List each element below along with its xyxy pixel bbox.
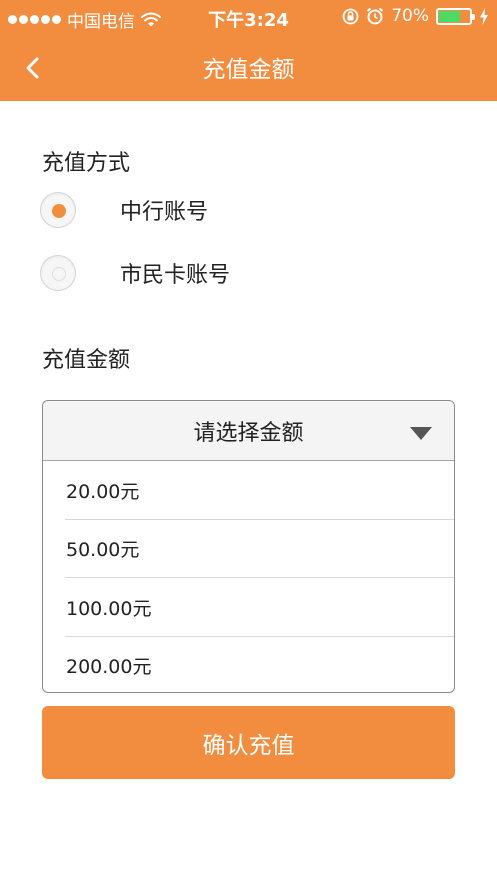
payment-method-label: 充值方式 (42, 151, 131, 176)
amount-select[interactable]: 请选择金额 (43, 401, 454, 461)
alarm-icon (367, 7, 384, 25)
amount-option-label: 100.00元 (66, 597, 152, 620)
radio-empty-dot (52, 267, 66, 281)
chevron-left-icon (26, 57, 39, 79)
radio-option-boc-account[interactable]: 中行账号 (40, 190, 208, 230)
status-bar: 中国电信 下午3:24 70% (0, 0, 497, 34)
amount-select-placeholder: 请选择金额 (193, 420, 304, 446)
radio-option-citizen-card[interactable]: 市民卡账号 (40, 253, 230, 293)
header: 中国电信 下午3:24 70% 充值金额 (0, 0, 497, 101)
triangle-down-icon (410, 427, 432, 440)
carrier-label: 中国电信 (67, 12, 135, 32)
amount-option-50[interactable]: 50.00元 (43, 520, 454, 578)
confirm-recharge-button[interactable]: 确认充值 (42, 706, 455, 779)
rotation-lock-icon (342, 8, 359, 24)
wifi-icon (141, 12, 161, 27)
amount-option-100[interactable]: 100.00元 (43, 578, 454, 637)
amount-option-20[interactable]: 20.00元 (43, 461, 454, 520)
radio-selected-dot (52, 204, 66, 218)
radio-label-citizen-card: 市民卡账号 (120, 263, 231, 288)
radio-button-unselected[interactable] (40, 255, 76, 291)
status-right: 70% (342, 6, 489, 26)
amount-dropdown: 请选择金额 20.00元 50.00元 100.00元 200.00元 (42, 400, 455, 693)
back-button[interactable] (24, 48, 60, 88)
charging-bolt-icon (480, 7, 488, 25)
battery-icon (436, 7, 475, 25)
amount-option-label: 50.00元 (66, 539, 140, 562)
amount-option-label: 200.00元 (66, 656, 152, 679)
amount-option-200[interactable]: 200.00元 (43, 637, 454, 693)
amount-option-label: 20.00元 (66, 480, 140, 503)
radio-label-boc-account: 中行账号 (120, 200, 209, 225)
signal-strength-icon (8, 15, 61, 24)
page-title: 充值金额 (202, 57, 295, 83)
radio-button-selected[interactable] (40, 192, 76, 228)
battery-percent: 70% (391, 6, 429, 26)
amount-label: 充值金额 (42, 348, 131, 373)
status-left: 中国电信 (8, 7, 161, 32)
